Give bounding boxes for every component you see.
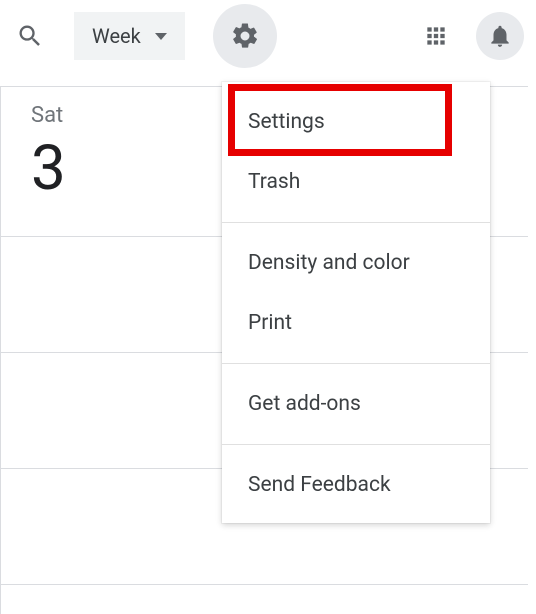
search-icon — [16, 22, 44, 50]
toolbar: Week — [0, 0, 536, 72]
menu-item-settings[interactable]: Settings — [222, 92, 490, 152]
chevron-down-icon — [155, 33, 167, 40]
gear-icon — [230, 21, 260, 51]
notifications-button[interactable] — [476, 12, 524, 60]
menu-item-trash[interactable]: Trash — [222, 152, 490, 212]
menu-item-addons[interactable]: Get add-ons — [222, 374, 490, 434]
apps-button[interactable] — [412, 12, 460, 60]
settings-gear-button[interactable] — [213, 4, 277, 68]
apps-grid-icon — [423, 23, 449, 49]
settings-menu: Settings Trash Density and color Print G… — [222, 82, 490, 523]
bell-icon — [487, 23, 513, 49]
search-button[interactable] — [6, 12, 54, 60]
menu-item-feedback[interactable]: Send Feedback — [222, 455, 490, 515]
menu-item-density[interactable]: Density and color — [222, 233, 490, 293]
view-selector[interactable]: Week — [74, 12, 185, 60]
view-selector-label: Week — [92, 24, 141, 48]
menu-item-print[interactable]: Print — [222, 293, 490, 353]
